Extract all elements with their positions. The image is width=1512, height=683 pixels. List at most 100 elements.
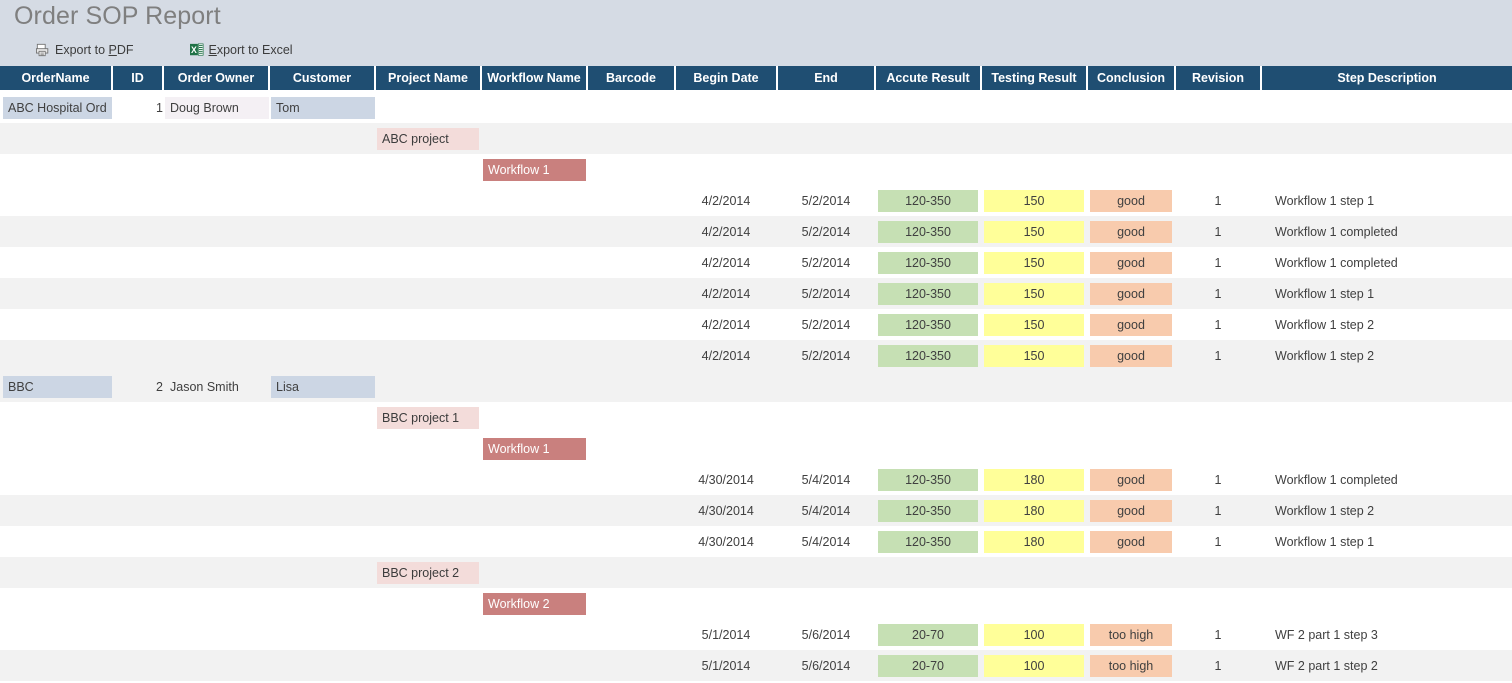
cell-project-name: [375, 495, 481, 526]
table-row[interactable]: BBC project 2: [0, 557, 1512, 588]
cell-testing-result: [981, 402, 1087, 433]
cell-begin-date: [675, 371, 777, 402]
cell-workflow-name: Workflow 1: [481, 433, 587, 464]
table-row[interactable]: 4/2/2014 5/2/2014 120-350 150 good 1 Workflow …: [0, 309, 1512, 340]
cell-conclusion: [1087, 123, 1175, 154]
cell-step-description: [1261, 557, 1512, 588]
table-row[interactable]: 4/2/2014 5/2/2014 120-350 150 good 1 Workflow …: [0, 340, 1512, 371]
cell-revision: [1175, 123, 1261, 154]
cell-conclusion: [1087, 557, 1175, 588]
column-header-id[interactable]: ID: [111, 66, 164, 92]
cell-step-description: Workflow 1 step 2: [1261, 340, 1512, 371]
cell-step-description: Workflow 1 completed: [1261, 216, 1512, 247]
cell-barcode: [587, 278, 675, 309]
table-row[interactable]: 4/30/2014 5/4/2014 120-350 180 good 1 Workflow…: [0, 464, 1512, 495]
cell-id: [112, 588, 163, 619]
cell-accute-result: 120-350: [875, 340, 981, 371]
cell-barcode: [587, 619, 675, 650]
cell-customer: [269, 588, 375, 619]
column-header-project-name[interactable]: Project Name: [374, 66, 482, 92]
end-value: 5/4/2014: [801, 503, 851, 518]
cell-barcode: [587, 185, 675, 216]
cell-workflow-name: Workflow 2: [481, 588, 587, 619]
cell-step-description: Workflow 1 step 1: [1261, 185, 1512, 216]
revision-value: 1: [1214, 255, 1222, 270]
cell-id: [112, 278, 163, 309]
cell-workflow-name: [481, 216, 587, 247]
accute-result-pill: 120-350: [878, 468, 978, 491]
cell-testing-result: 150: [981, 309, 1087, 340]
cell-accute-result: 120-350: [875, 309, 981, 340]
customer-box: Lisa: [271, 375, 375, 398]
begin-date-value: 4/2/2014: [701, 255, 751, 270]
cell-id: [112, 340, 163, 371]
cell-testing-result: [981, 91, 1087, 123]
column-header-revision[interactable]: Revision: [1174, 66, 1262, 92]
cell-conclusion: good: [1087, 495, 1175, 526]
table-row[interactable]: Workflow 2: [0, 588, 1512, 619]
cell-workflow-name: Workflow 1: [481, 154, 587, 185]
testing-result-pill: 150: [984, 251, 1084, 274]
begin-date-value: 5/1/2014: [701, 627, 751, 642]
column-header-accute-result[interactable]: Accute Result: [874, 66, 982, 92]
column-header-workflow-name[interactable]: Workflow Name: [480, 66, 588, 92]
export-to-pdf-button[interactable]: Export to PDF: [36, 43, 134, 57]
cell-barcode: [587, 557, 675, 588]
column-header-conclusion[interactable]: Conclusion: [1086, 66, 1176, 92]
table-row[interactable]: BBC 2 Jason Smith Lisa: [0, 371, 1512, 402]
cell-order-owner: Jason Smith: [163, 371, 269, 402]
cell-workflow-name: [481, 464, 587, 495]
table-row[interactable]: BBC project 1: [0, 402, 1512, 433]
cell-accute-result: [875, 154, 981, 185]
project-name-box: BBC project 2: [377, 561, 479, 584]
column-header-begin-date[interactable]: Begin Date: [674, 66, 778, 92]
cell-order-owner: [163, 433, 269, 464]
cell-project-name: [375, 433, 481, 464]
cell-step-description: [1261, 371, 1512, 402]
cell-id: [112, 650, 163, 681]
cell-accute-result: [875, 433, 981, 464]
table-row[interactable]: Workflow 1: [0, 154, 1512, 185]
cell-workflow-name: [481, 247, 587, 278]
table-row[interactable]: 4/2/2014 5/2/2014 120-350 150 good 1 Workflow …: [0, 216, 1512, 247]
begin-date-value: 4/30/2014: [698, 503, 754, 518]
table-row[interactable]: 4/2/2014 5/2/2014 120-350 150 good 1 Workflow …: [0, 185, 1512, 216]
cell-customer: [269, 309, 375, 340]
revision-value: 1: [1214, 193, 1222, 208]
table-row[interactable]: 4/2/2014 5/2/2014 120-350 150 good 1 Workflow …: [0, 247, 1512, 278]
column-header-testing-result[interactable]: Testing Result: [980, 66, 1088, 92]
export-to-excel-button[interactable]: X Export to Excel: [189, 43, 293, 57]
cell-order-name: [0, 123, 112, 154]
accute-result-pill: 120-350: [878, 251, 978, 274]
column-header-order-owner[interactable]: Order Owner: [162, 66, 270, 92]
step-description-value: Workflow 1 step 1: [1275, 534, 1375, 549]
cell-revision: 1: [1175, 464, 1261, 495]
table-row[interactable]: 4/30/2014 5/4/2014 120-350 180 good 1 Workflow…: [0, 495, 1512, 526]
step-description-value: Workflow 1 step 2: [1275, 503, 1375, 518]
cell-step-description: [1261, 588, 1512, 619]
cell-conclusion: good: [1087, 216, 1175, 247]
table-row[interactable]: 4/30/2014 5/4/2014 120-350 180 good 1 Workflow…: [0, 526, 1512, 557]
cell-end: 5/2/2014: [777, 278, 875, 309]
table-row[interactable]: 5/1/2014 5/6/2014 20-70 100 too high 1 WF 2 pa…: [0, 650, 1512, 681]
cell-conclusion: good: [1087, 526, 1175, 557]
table-row[interactable]: Workflow 1: [0, 433, 1512, 464]
table-row[interactable]: ABC project: [0, 123, 1512, 154]
table-row[interactable]: 4/2/2014 5/2/2014 120-350 150 good 1 Workflow …: [0, 278, 1512, 309]
cell-project-name: [375, 619, 481, 650]
table-row[interactable]: ABC Hospital Ord 1 Doug Brown Tom: [0, 91, 1512, 123]
cell-conclusion: too high: [1087, 650, 1175, 681]
testing-result-pill: 150: [984, 189, 1084, 212]
cell-project-name: [375, 526, 481, 557]
column-header-order-name[interactable]: OrderName: [0, 66, 113, 92]
cell-id: [112, 216, 163, 247]
step-description-value: Workflow 1 step 2: [1275, 317, 1375, 332]
table-row[interactable]: 5/1/2014 5/6/2014 20-70 100 too high 1 WF 2 pa…: [0, 619, 1512, 650]
column-header-step-description[interactable]: Step Description: [1260, 66, 1512, 92]
cell-order-owner: [163, 402, 269, 433]
column-header-barcode[interactable]: Barcode: [586, 66, 676, 92]
cell-workflow-name: [481, 526, 587, 557]
column-header-customer[interactable]: Customer: [268, 66, 376, 92]
column-header-end[interactable]: End: [776, 66, 876, 92]
id-value: 2: [156, 379, 163, 394]
